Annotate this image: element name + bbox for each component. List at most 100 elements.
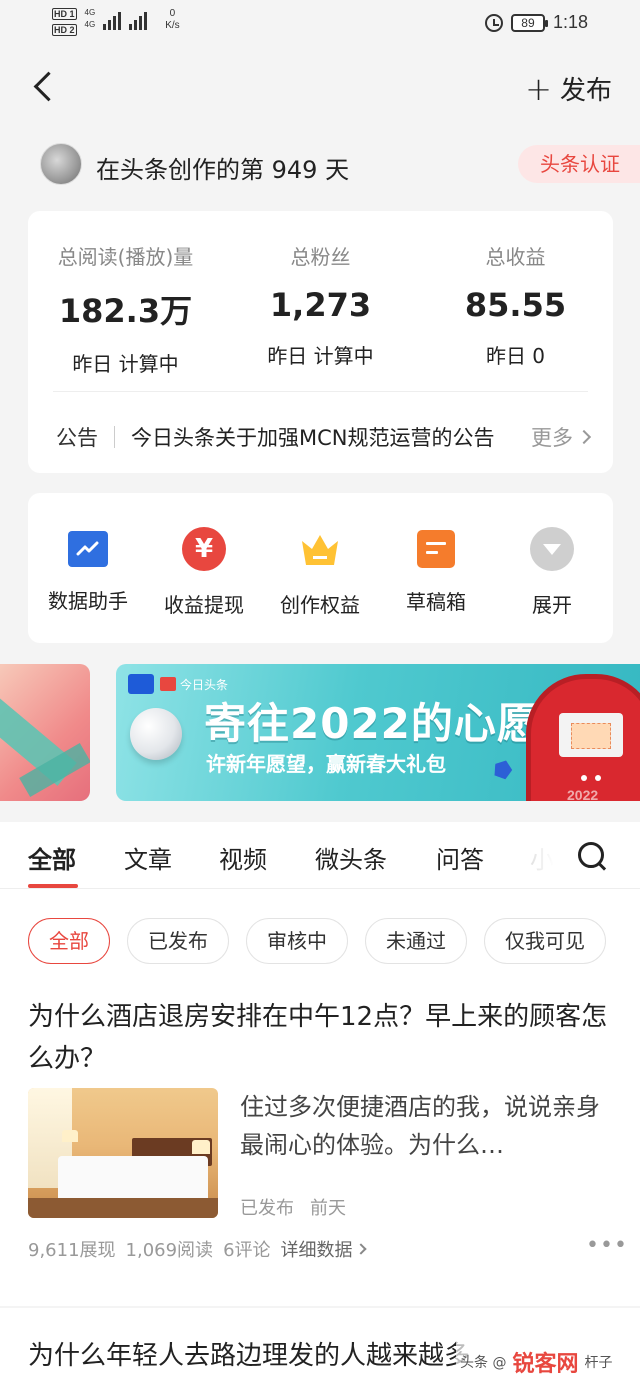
stats-card: 总阅读(播放)量 182.3万 昨日 计算中 总粉丝 1,273 昨日 计算中 … <box>28 211 613 473</box>
tab-all[interactable]: 全部 <box>28 840 76 875</box>
more-label: 更多 <box>531 426 573 450</box>
tool-data-assistant[interactable]: 数据助手 <box>30 527 146 614</box>
banner-previous[interactable] <box>0 664 90 801</box>
watermark-prefix: 头条 @ <box>460 1355 507 1371</box>
detail-data-link[interactable]: 详细数据 <box>280 1236 367 1262</box>
stat-sub: 昨日 计算中 <box>72 352 179 376</box>
tool-label: 创作权益 <box>280 593 360 617</box>
stat-sub: 昨日 计算中 <box>267 344 374 368</box>
network-speed: 0 K/s <box>165 8 179 32</box>
stat-total-reads[interactable]: 总阅读(播放)量 182.3万 昨日 计算中 <box>28 241 223 377</box>
watermark-brand: 锐客网 <box>512 1352 579 1377</box>
tab-articles[interactable]: 文章 <box>124 840 172 875</box>
announcement-text[interactable]: 今日头条关于加强MCN规范运营的公告 <box>131 422 511 452</box>
chevron-right-icon <box>354 1243 367 1255</box>
content-list: 全部 文章 视频 微头条 问答 小 全部已发布审核中未通过仅我可见 为什么酒店退… <box>0 822 640 1387</box>
tool-label: 展开 <box>532 593 572 617</box>
search-icon[interactable] <box>576 840 608 872</box>
stat-total-earnings[interactable]: 总收益 85.55 昨日 0 <box>418 241 613 369</box>
hd-indicators: HD 1 HD 2 <box>52 8 77 36</box>
mailbox-dots <box>581 775 605 781</box>
chip-published[interactable]: 已发布 <box>127 918 229 964</box>
stat-value: 85.55 <box>464 286 567 324</box>
hd2-badge: HD 2 <box>52 24 77 36</box>
active-tab-indicator <box>28 884 78 888</box>
battery-icon: 89 <box>510 13 548 32</box>
publish-label: 发布 <box>559 76 612 106</box>
creator-info: 在头条创作的第 949 天 头条认证 <box>40 143 640 187</box>
network-label-1: 4G <box>84 8 96 17</box>
tab-micro-posts[interactable]: 微头条 <box>315 840 387 875</box>
separator <box>114 426 115 448</box>
network-label: 4G 4G <box>85 8 96 30</box>
tool-expand[interactable]: 展开 <box>494 527 610 618</box>
stat-value: 182.3万 <box>58 292 193 330</box>
chip-all[interactable]: 全部 <box>28 918 110 964</box>
stat-value: 1,273 <box>269 286 372 324</box>
thumb-lamp <box>62 1130 78 1142</box>
publish-button[interactable]: + 发布 <box>525 70 612 107</box>
mailbox-illustration: 2022 <box>526 674 640 801</box>
more-options-icon[interactable]: ••• <box>586 1235 628 1257</box>
back-arrow-icon[interactable] <box>28 70 64 106</box>
detail-data-label: 详细数据 <box>280 1240 353 1261</box>
expand-icon <box>530 527 574 571</box>
stat-label: 总收益 <box>485 245 546 269</box>
mail-slot <box>559 713 623 757</box>
thumb-lamp-2 <box>192 1140 210 1154</box>
announcement-tag: 公告 <box>56 426 98 450</box>
signal-icon-2 <box>129 8 148 30</box>
chart-icon <box>68 531 108 567</box>
signal-icon <box>103 8 122 30</box>
certification-badge[interactable]: 头条认证 <box>518 145 640 183</box>
status-filter: 全部 已发布 审核中 未通过 仅我可见 <box>28 918 640 964</box>
yen-icon: ¥ <box>182 527 226 571</box>
chip-rejected[interactable]: 未通过 <box>365 918 467 964</box>
thumb-bed <box>58 1156 208 1202</box>
banner-title: 寄往2022的心愿 <box>204 699 540 748</box>
avatar[interactable] <box>40 143 82 185</box>
stat-label: 总阅读(播放)量 <box>57 245 194 269</box>
article-time: 前天 <box>310 1198 346 1219</box>
tool-earnings-withdraw[interactable]: ¥ 收益提现 <box>146 527 262 618</box>
watermark: 头条 @ 锐客网 杆子 <box>456 1342 613 1382</box>
tab-videos[interactable]: 视频 <box>219 840 267 875</box>
tool-label: 草稿箱 <box>406 590 466 614</box>
alarm-icon <box>484 13 503 32</box>
plus-icon: + <box>525 69 552 108</box>
article-status: 已发布 <box>240 1198 294 1219</box>
status-bar: HD 1 HD 2 4G 4G 0 K/s 89 1:18 <box>0 0 640 50</box>
clock: 1:18 <box>552 12 588 32</box>
tab-qa[interactable]: 问答 <box>436 840 484 875</box>
chip-private[interactable]: 仅我可见 <box>484 918 606 964</box>
views-count: 9,611展现 <box>28 1240 116 1261</box>
creation-days-text: 在头条创作的第 949 天 <box>96 156 350 184</box>
gem-icon <box>491 757 514 780</box>
promo-banner[interactable]: 今日头条 寄往2022的心愿 许新年愿望，赢新春大礼包 2022 <box>116 664 640 801</box>
banner-badge <box>128 674 154 694</box>
content-tabs: 全部 文章 视频 微头条 问答 小 <box>0 822 640 889</box>
speed-value: 0 <box>169 8 176 19</box>
tool-label: 数据助手 <box>48 589 128 613</box>
stat-total-fans[interactable]: 总粉丝 1,273 昨日 计算中 <box>223 241 418 369</box>
crown-icon <box>298 527 342 571</box>
article-divider <box>0 1306 640 1308</box>
tool-drafts[interactable]: 草稿箱 <box>378 527 494 615</box>
banner-sphere <box>130 708 182 760</box>
chip-reviewing[interactable]: 审核中 <box>246 918 348 964</box>
tools-card: 数据助手 ¥ 收益提现 创作权益 草稿箱 展开 <box>28 493 613 643</box>
tool-label: 收益提现 <box>164 593 244 617</box>
divider <box>53 391 588 392</box>
stat-sub: 昨日 0 <box>485 344 546 368</box>
hd1-badge: HD 1 <box>52 8 77 20</box>
thumb-floor <box>28 1198 218 1218</box>
comments-count: 6评论 <box>223 1240 271 1261</box>
article-thumbnail[interactable] <box>28 1088 218 1218</box>
article-title[interactable]: 为什么酒店退房安排在中午12点？早上来的顾客怎么办？ <box>28 996 618 1080</box>
announcement-bar[interactable]: 公告 今日头条关于加强MCN规范运营的公告 更多 <box>56 417 592 457</box>
more-link[interactable]: 更多 <box>531 422 592 452</box>
article-summary[interactable]: 住过多次便捷酒店的我，说说亲身最闹心的体验。为什么… <box>240 1088 610 1164</box>
draft-icon <box>417 530 455 568</box>
tool-creator-rights[interactable]: 创作权益 <box>262 527 378 618</box>
watermark-suffix: 杆子 <box>584 1355 613 1371</box>
